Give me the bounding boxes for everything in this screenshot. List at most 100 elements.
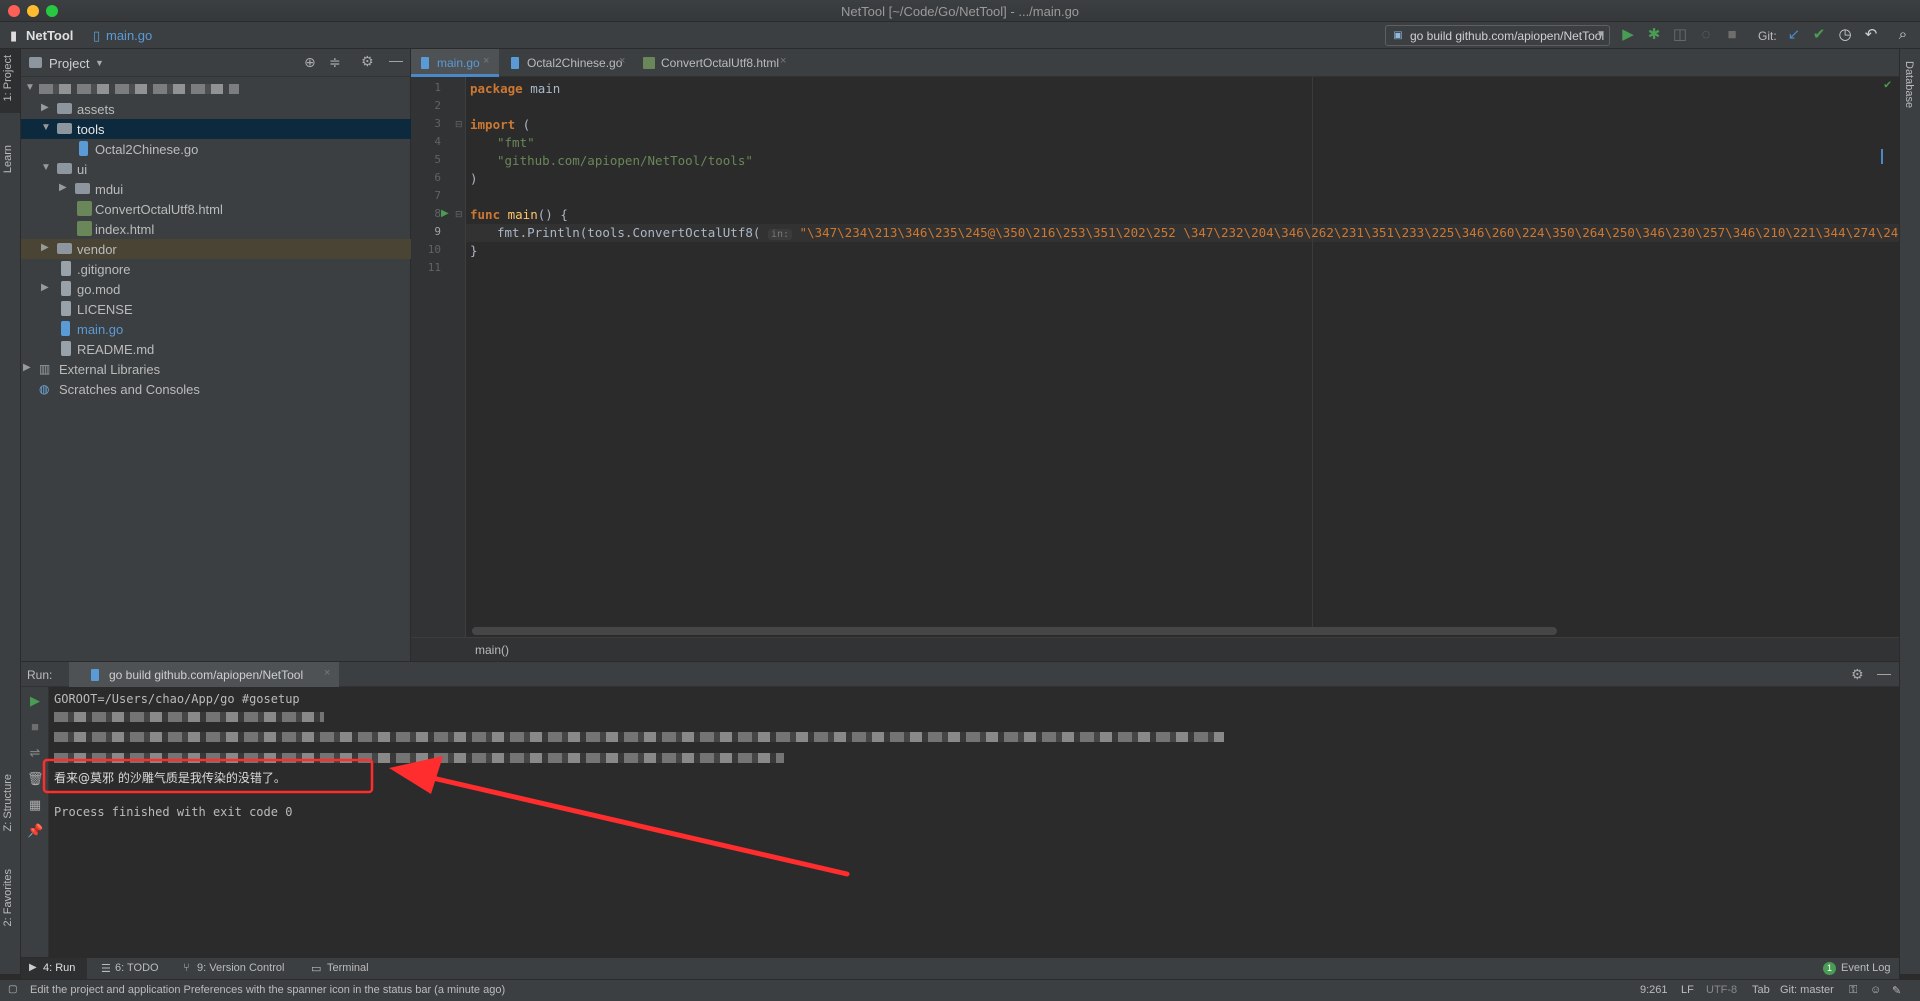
horizontal-scrollbar[interactable]	[472, 627, 1557, 635]
gear-icon[interactable]: ⚙	[361, 53, 374, 70]
indent-setting[interactable]: Tab	[1752, 984, 1770, 996]
toggle-tool-windows-icon[interactable]: ▢	[8, 984, 17, 995]
line-separator[interactable]: LF	[1681, 984, 1694, 996]
tree-item-ui[interactable]: ▼ ui	[21, 159, 411, 179]
close-icon[interactable]: ×	[780, 55, 786, 67]
run-configuration-select[interactable]: go build github.com/apiopen/NetTool	[1385, 25, 1610, 46]
run-tab[interactable]: go build github.com/apiopen/NetTool ×	[69, 662, 339, 688]
revert-icon[interactable]: ↶	[1862, 26, 1880, 44]
tool-tab-database[interactable]: Database	[1903, 61, 1915, 108]
tree-item-external-libraries[interactable]: ▶ ▥ External Libraries	[21, 359, 411, 379]
fold-icon[interactable]: ⊟	[455, 209, 463, 220]
html-file-icon	[643, 57, 655, 69]
tree-item-gitignore[interactable]: .gitignore	[21, 259, 411, 279]
tool-tab-version-control[interactable]: 9: Version Control	[197, 962, 284, 974]
parameter-hint: in:	[767, 229, 792, 240]
stop-icon[interactable]: ■	[27, 719, 43, 735]
tree-item-readme[interactable]: README.md	[21, 339, 411, 359]
scratch-icon: ◍	[39, 382, 50, 396]
code-editor[interactable]: package main import ( "fmt" "github.com/…	[466, 77, 1899, 637]
tree-item-label: Scratches and Consoles	[59, 382, 200, 397]
vcs-commit-icon[interactable]: ✔	[1810, 26, 1828, 44]
run-configuration-label: go build github.com/apiopen/NetTool	[1410, 29, 1605, 43]
tool-tab-favorites[interactable]: 2: Favorites	[2, 869, 14, 926]
close-icon[interactable]: ×	[619, 55, 625, 67]
tree-item-assets[interactable]: ▶ assets	[21, 99, 411, 119]
lock-icon[interactable]: ⚿	[1849, 984, 1857, 997]
redacted-root-label	[39, 84, 239, 94]
line-number: 4	[434, 135, 441, 148]
code-token: () {	[537, 207, 568, 222]
run-icon[interactable]: ▶	[1619, 26, 1637, 44]
tree-item-tools[interactable]: ▼ tools	[21, 119, 411, 139]
project-view-select[interactable]: Project	[49, 56, 89, 71]
code-token: import	[470, 117, 516, 132]
tool-tab-structure[interactable]: Z: Structure	[2, 774, 14, 831]
search-icon[interactable]: ⌕	[1894, 26, 1912, 44]
spanner-icon[interactable]: ✎	[1892, 984, 1901, 997]
tree-root-row[interactable]: ▼	[21, 79, 411, 99]
tool-tab-project[interactable]: 1: Project	[2, 55, 14, 101]
rerun-icon[interactable]: ▶	[27, 693, 43, 709]
breadcrumb-file[interactable]: main.go	[106, 28, 152, 43]
git-branch[interactable]: Git: master	[1780, 984, 1834, 996]
chevron-right-icon: ▶	[59, 182, 67, 193]
stop-icon[interactable]: ■	[1723, 26, 1741, 44]
locate-icon[interactable]: ⊕	[304, 54, 316, 71]
breadcrumb-project[interactable]: NetTool	[26, 28, 73, 43]
navigation-bar: ▮ NetTool ▯ main.go go build github.com/…	[0, 22, 1920, 49]
tree-item-license[interactable]: LICENSE	[21, 299, 411, 319]
inspector-icon[interactable]: ☺	[1870, 984, 1881, 996]
tree-item-mdui[interactable]: ▶ mdui	[21, 179, 411, 199]
close-icon[interactable]: ×	[324, 667, 330, 679]
gear-icon[interactable]: ⚙	[1851, 666, 1864, 683]
markdown-file-icon	[61, 341, 71, 356]
close-icon[interactable]: ×	[483, 55, 489, 67]
chevron-right-icon: ▶	[41, 102, 49, 113]
status-message[interactable]: Edit the project and application Prefere…	[30, 984, 505, 996]
run-gutter-icon[interactable]: ▶	[441, 208, 449, 219]
code-line-5: "github.com/apiopen/NetTool/tools"	[497, 153, 753, 171]
editor-tab-octal2chinese-go[interactable]: Octal2Chinese.go ×	[501, 49, 631, 77]
profile-icon[interactable]: ◌	[1697, 26, 1715, 44]
tool-tab-learn[interactable]: Learn	[2, 145, 14, 173]
history-icon[interactable]: ◷	[1836, 26, 1854, 44]
tool-tab-todo[interactable]: 6: TODO	[115, 962, 159, 974]
tool-tab-event-log[interactable]: Event Log	[1841, 962, 1891, 974]
code-token: package	[470, 81, 523, 96]
code-line-8: func main() {	[470, 207, 568, 225]
editor-tab-convertoctalutf8-html[interactable]: ConvertOctalUtf8.html ×	[635, 49, 786, 77]
tool-tab-run[interactable]: ▶ 4: Run	[21, 958, 87, 980]
editor-tab-main-go[interactable]: main.go ×	[411, 49, 499, 77]
tool-tab-terminal[interactable]: Terminal	[327, 962, 369, 974]
code-breadcrumb[interactable]: main()	[475, 643, 509, 657]
coverage-icon[interactable]: ◫	[1671, 26, 1689, 44]
tree-item-label: main.go	[77, 322, 124, 337]
vcs-update-icon[interactable]: ↙	[1785, 26, 1803, 44]
text-file-icon	[61, 261, 71, 276]
chevron-down-icon[interactable]: ▼	[95, 58, 104, 68]
tree-item-convertoctalutf8-html[interactable]: ConvertOctalUtf8.html	[21, 199, 411, 219]
caret-position[interactable]: 9:261	[1640, 984, 1668, 996]
chevron-down-icon: ▼	[25, 82, 35, 93]
tree-item-index-html[interactable]: index.html	[21, 219, 411, 239]
go-file-icon	[91, 669, 99, 681]
tree-item-octal2chinese-go[interactable]: Octal2Chinese.go	[21, 139, 411, 159]
folder-icon	[57, 163, 72, 174]
tree-item-vendor[interactable]: ▶ vendor	[21, 239, 411, 259]
project-view-icon	[29, 57, 42, 68]
debug-icon[interactable]: ✱	[1645, 26, 1663, 44]
fold-icon[interactable]: ⊟	[455, 119, 463, 130]
file-encoding[interactable]: UTF-8	[1706, 984, 1737, 996]
chevron-right-icon: ▶	[23, 362, 31, 373]
hide-panel-icon[interactable]: —	[389, 52, 403, 68]
tree-item-main-go[interactable]: main.go	[21, 319, 411, 339]
editor-tab-label: Octal2Chinese.go	[527, 56, 623, 70]
tree-item-go-mod[interactable]: ▶ go.mod	[21, 279, 411, 299]
hide-panel-icon[interactable]: —	[1877, 665, 1891, 681]
tree-item-scratches[interactable]: ◍ Scratches and Consoles	[21, 379, 411, 399]
line-number: 11	[427, 261, 441, 274]
code-line-10: }	[470, 243, 478, 261]
collapse-all-icon[interactable]: ≑	[329, 54, 341, 71]
run-console[interactable]: GOROOT=/Users/chao/App/go #gosetup 看来@莫邪…	[42, 687, 1899, 957]
